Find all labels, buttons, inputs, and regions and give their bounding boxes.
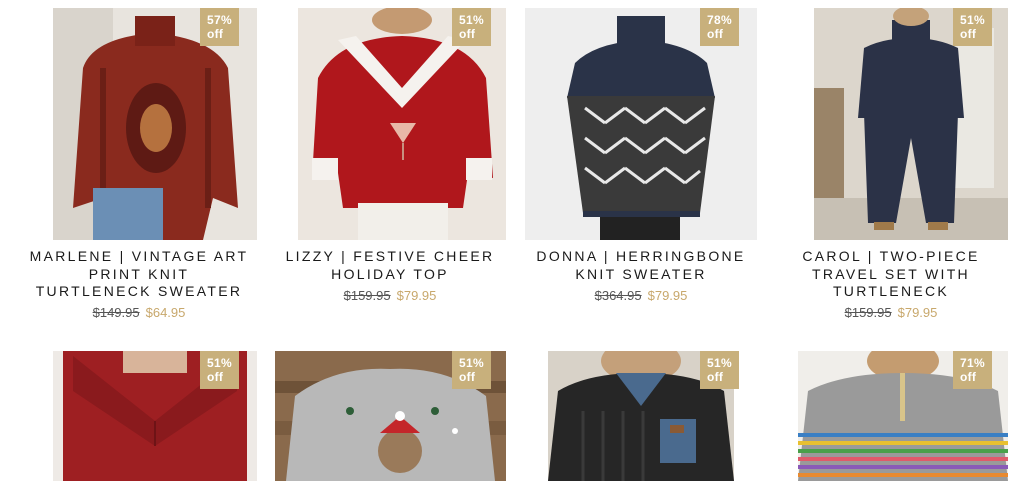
product-price: $159.95 $79.95	[280, 288, 500, 304]
discount-badge: 51% off	[200, 351, 239, 389]
original-price: $159.95	[844, 305, 892, 320]
product-title[interactable]: LIZZY | FESTIVE CHEER HOLIDAY TOP	[280, 248, 500, 283]
discount-badge: 57% off	[200, 8, 239, 46]
discount-badge: 51% off	[452, 351, 491, 389]
product-title[interactable]: DONNA | HERRINGBONE KNIT SWEATER	[528, 248, 754, 283]
discount-badge: 51% off	[452, 8, 491, 46]
sale-price: $79.95	[396, 288, 437, 303]
sale-price: $79.95	[647, 288, 688, 303]
product-title[interactable]: CAROL | TWO-PIECE TRAVEL SET WITH TURTLE…	[790, 248, 992, 301]
product-title[interactable]: MARLENE | VINTAGE ART PRINT KNIT TURTLEN…	[28, 248, 250, 301]
product-grid: 57% off MARLENE | VINTAGE ART PRINT KNIT…	[0, 0, 1024, 481]
discount-badge: 51% off	[700, 351, 739, 389]
product-price: $149.95 $64.95	[28, 305, 250, 321]
discount-badge: 78% off	[700, 8, 739, 46]
original-price: $364.95	[594, 288, 642, 303]
product-price: $159.95 $79.95	[790, 305, 992, 321]
product-price: $364.95 $79.95	[528, 288, 754, 304]
original-price: $149.95	[92, 305, 140, 320]
original-price: $159.95	[343, 288, 391, 303]
discount-badge: 51% off	[953, 8, 992, 46]
sale-price: $64.95	[145, 305, 186, 320]
sale-price: $79.95	[897, 305, 938, 320]
discount-badge: 71% off	[953, 351, 992, 389]
